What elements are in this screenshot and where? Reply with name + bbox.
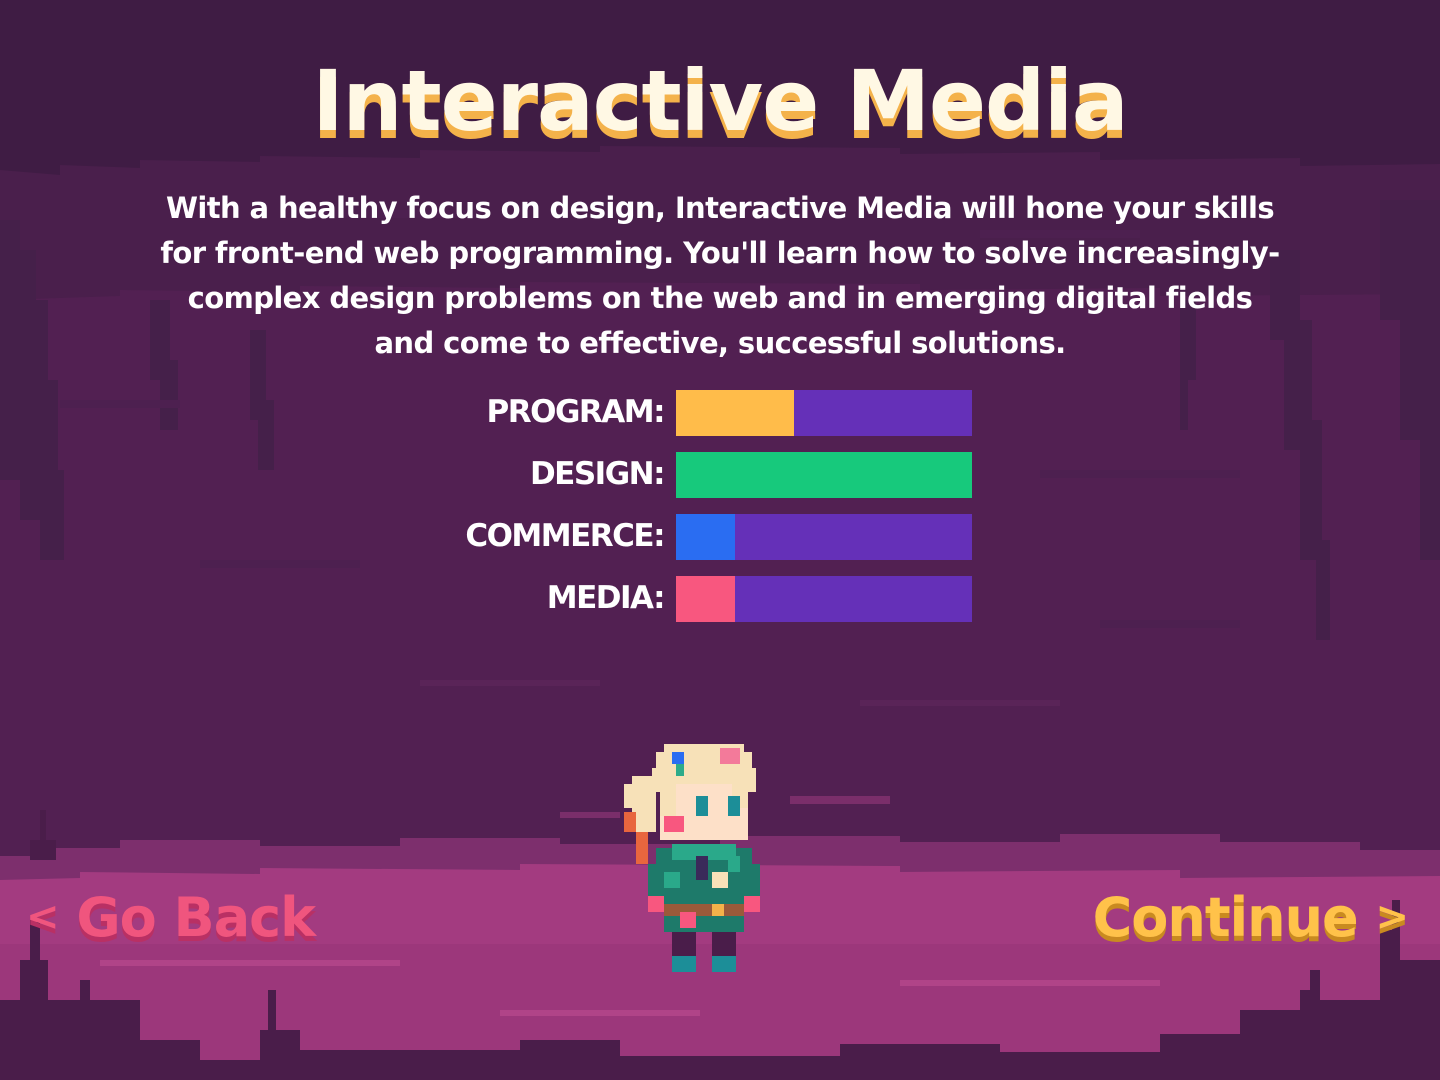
stat-row-program: PROGRAM: — [0, 390, 1440, 436]
stat-row-media: MEDIA: — [0, 576, 1440, 622]
go-back-button[interactable]: < Go Back — [26, 886, 316, 949]
stat-bar-fill — [676, 514, 736, 560]
stat-row-design: DESIGN: — [0, 452, 1440, 498]
stat-bar-track — [676, 452, 972, 498]
chevron-left-icon: < — [26, 894, 60, 940]
stat-bar-track — [676, 390, 972, 436]
continue-label: Continue — [1092, 886, 1359, 949]
game-screen: Interactive Media With a healthy focus o… — [0, 0, 1440, 1080]
stat-bar-fill — [676, 576, 736, 622]
stat-bar-fill — [676, 452, 972, 498]
stat-label: MEDIA: — [546, 580, 666, 616]
pixel-hero-sprite-icon — [624, 744, 760, 972]
stat-row-commerce: COMMERCE: — [0, 514, 1440, 560]
chevron-right-icon: > — [1375, 894, 1409, 940]
page-title: Interactive Media — [312, 52, 1128, 150]
stat-label: DESIGN: — [529, 456, 666, 492]
stat-bar-fill — [676, 390, 795, 436]
stat-bar-track — [676, 514, 972, 560]
stat-label: COMMERCE: — [465, 518, 665, 554]
stat-label: PROGRAM: — [486, 394, 666, 430]
go-back-label: Go Back — [76, 886, 316, 949]
major-description: With a healthy focus on design, Interact… — [160, 191, 1280, 360]
continue-button[interactable]: Continue > — [1092, 886, 1409, 949]
stat-bar-track — [676, 576, 972, 622]
